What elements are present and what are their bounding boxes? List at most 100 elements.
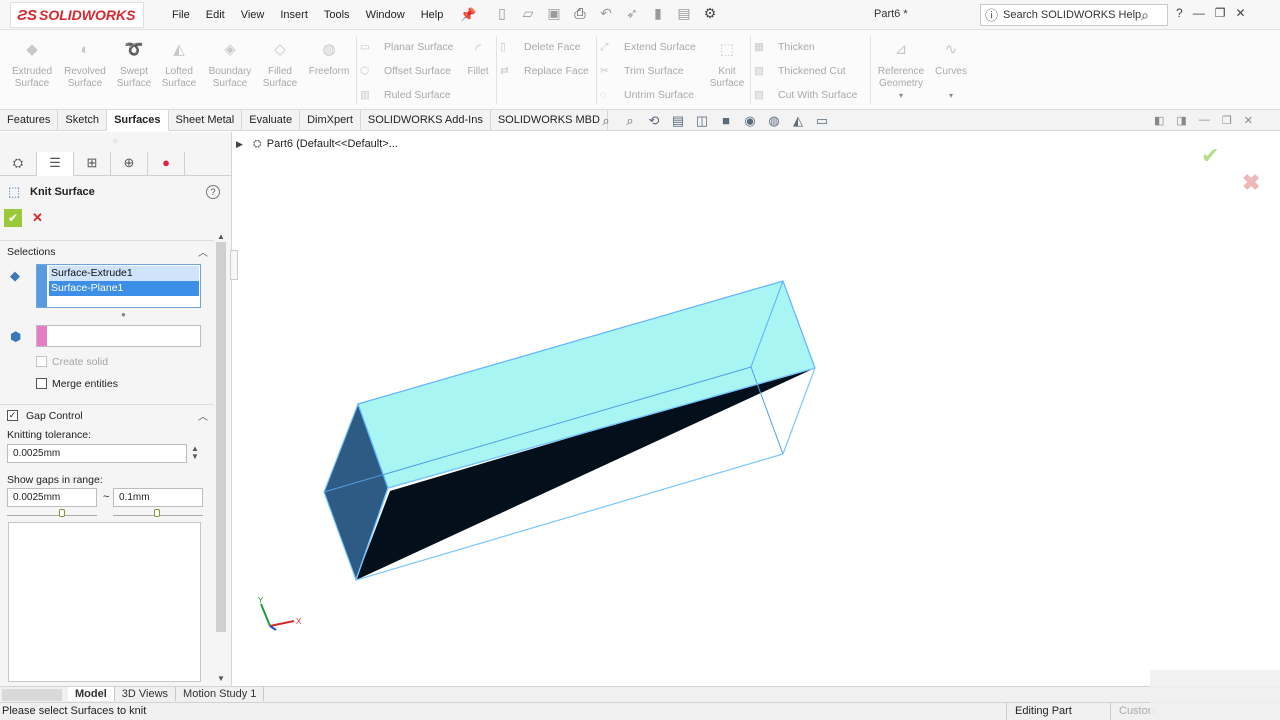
menu-help[interactable]: Help [413, 0, 452, 30]
filled-surface-button[interactable]: ◇ Filled Surface [255, 42, 305, 90]
edit-appearance-icon[interactable]: ◍ [766, 113, 782, 129]
menu-insert[interactable]: Insert [272, 0, 316, 30]
planar-surface-button[interactable]: ▭ Planar Surface [360, 39, 453, 55]
minimize-icon[interactable]: — [1193, 6, 1205, 20]
tab-solidworks-add-ins[interactable]: SOLIDWORKS Add-Ins [361, 110, 491, 131]
slider-thumb[interactable] [59, 509, 65, 517]
menu-edit[interactable]: Edit [198, 0, 233, 30]
print-icon[interactable]: ⎙ [570, 5, 590, 22]
viewport-minimize-icon[interactable]: — [1199, 114, 1210, 127]
dimxpert-manager-tab-icon[interactable]: ⊕ [111, 152, 148, 176]
zoom-to-area-icon[interactable]: ⌕ [622, 113, 638, 129]
save-icon[interactable]: ▣ [544, 5, 564, 22]
merge-entities-checkbox[interactable] [36, 378, 47, 389]
chevron-up-icon[interactable]: ︿ [198, 408, 208, 423]
trim-surface-button[interactable]: ✂ Trim Surface [600, 63, 684, 79]
freeform-button[interactable]: ◍ Freeform [304, 42, 354, 78]
cancel-button[interactable]: ✕ [32, 209, 46, 227]
gap-control-checkbox[interactable]: ✓ [7, 410, 18, 421]
replace-face-button[interactable]: ⇄ Replace Face [500, 63, 589, 79]
zoom-to-fit-icon[interactable]: ⌕ [598, 113, 614, 129]
menu-window[interactable]: Window [358, 0, 413, 30]
open-document-icon[interactable]: ▱ [518, 5, 538, 22]
tab-3d-views[interactable]: 3D Views [115, 687, 177, 701]
lofted-surface-button[interactable]: ◭ Lofted Surface [154, 42, 204, 90]
solidworks-logo[interactable]: ƧS SOLIDWORKS [10, 2, 144, 28]
tab-evaluate[interactable]: Evaluate [242, 110, 301, 131]
viewport-collapse-icon[interactable]: ◨ [1176, 114, 1186, 127]
apply-scene-icon[interactable]: ◭ [790, 113, 806, 129]
knitting-tolerance-input[interactable]: 0.0025mm [7, 444, 187, 463]
tab-dimxpert[interactable]: DimXpert [300, 110, 361, 131]
selections-section-header[interactable]: Selections ︿ [0, 240, 214, 260]
panel-scrollbar[interactable]: ▲ ▼ [214, 232, 228, 683]
surfaces-selection-list[interactable]: Surface-Extrude1 Surface-Plane1 [36, 264, 201, 308]
body-selection-field[interactable] [36, 325, 201, 347]
rebuild-icon[interactable]: ▮ [648, 5, 668, 22]
help-question-icon[interactable]: ? [1176, 6, 1183, 20]
menu-tools[interactable]: Tools [316, 0, 358, 30]
view-settings-icon[interactable]: ▭ [814, 113, 830, 129]
tab-surfaces[interactable]: Surfaces [107, 110, 169, 131]
viewport-restore-icon[interactable]: ❐ [1222, 114, 1232, 127]
scroll-thumb[interactable] [216, 242, 226, 632]
help-search-input[interactable]: ⓘ Search SOLIDWORKS Help ⌕ [980, 4, 1168, 26]
view-orientation-icon[interactable]: ◫ [694, 113, 710, 129]
undo-icon[interactable]: ↶ [596, 5, 616, 22]
section-view-icon[interactable]: ▤ [670, 113, 686, 129]
spin-down-icon[interactable]: ▼ [191, 452, 199, 461]
display-style-icon[interactable]: ■ [718, 113, 734, 129]
tolerance-spinner[interactable]: ▲ ▼ [191, 445, 199, 461]
pin-menu-icon[interactable]: 📌 [460, 7, 476, 23]
gap-control-section-header[interactable]: ✓ Gap Control ︿ [0, 404, 214, 424]
viewport-expand-icon[interactable]: ◧ [1154, 114, 1164, 127]
offset-surface-button[interactable]: ⬡ Offset Surface [360, 63, 451, 79]
gap-max-slider[interactable] [113, 507, 203, 517]
merge-entities-option[interactable]: Merge entities [36, 377, 118, 391]
tab-model[interactable]: Model [68, 687, 115, 701]
thickened-cut-button[interactable]: ▧ Thickened Cut [754, 63, 846, 79]
boundary-surface-button[interactable]: ◈ Boundary Surface [205, 42, 255, 90]
curves-button[interactable]: ∿ Curves ▾ [926, 42, 976, 102]
hide-show-items-icon[interactable]: ◉ [742, 113, 758, 129]
scroll-up-icon[interactable]: ▲ [217, 232, 225, 241]
feature-manager-tab-icon[interactable]: ⛭ [0, 152, 37, 176]
confirmation-ok-icon[interactable]: ✔ [1201, 143, 1219, 169]
thicken-button[interactable]: ▦ Thicken [754, 39, 815, 55]
gap-min-slider[interactable] [7, 507, 97, 517]
knit-surface-button[interactable]: ⬚ Knit Surface [703, 42, 751, 90]
untrim-surface-button[interactable]: ◌ Untrim Surface [600, 87, 694, 103]
help-icon[interactable]: ? [206, 185, 220, 199]
cut-with-surface-button[interactable]: ▨ Cut With Surface [754, 87, 857, 103]
model-viewport[interactable] [234, 132, 1280, 686]
configuration-manager-tab-icon[interactable]: ⊞ [74, 152, 111, 176]
previous-view-icon[interactable]: ⟲ [646, 113, 662, 129]
delete-face-button[interactable]: ▯ Delete Face [500, 39, 581, 55]
feature-tree-part-node[interactable]: ▶ ⛭ Part6 (Default<<Default>... [236, 138, 398, 151]
reference-geometry-button[interactable]: ⊿ Reference Geometry ▾ [874, 42, 928, 102]
revolved-surface-button[interactable]: ◐ Revolved Surface [60, 42, 110, 90]
extruded-surface-button[interactable]: ◆ Extruded Surface [7, 42, 57, 90]
display-manager-tab-icon[interactable]: ● [148, 152, 185, 176]
swept-surface-button[interactable]: ➰ Swept Surface [109, 42, 159, 90]
slider-thumb[interactable] [154, 509, 160, 517]
tab-sheet-metal[interactable]: Sheet Metal [169, 110, 243, 131]
graphics-area[interactable] [234, 132, 1280, 686]
close-icon[interactable]: ✕ [1235, 6, 1245, 20]
tab-features[interactable]: Features [0, 110, 59, 131]
panel-grip-icon[interactable]: ⁘ [112, 137, 119, 146]
tab-solidworks-mbd[interactable]: SOLIDWORKS MBD [491, 110, 608, 131]
search-icon[interactable]: ⌕ [1141, 5, 1149, 25]
ok-button[interactable]: ✔ [4, 209, 22, 227]
gaps-list[interactable] [8, 522, 201, 682]
confirmation-cancel-icon[interactable]: ✖ [1242, 170, 1260, 196]
viewport-close-icon[interactable]: ✕ [1244, 114, 1253, 127]
fillet-button[interactable]: ◜ Fillet [455, 42, 501, 78]
menu-file[interactable]: File [164, 0, 198, 30]
menu-view[interactable]: View [233, 0, 273, 30]
scroll-down-icon[interactable]: ▼ [217, 674, 225, 683]
list-item[interactable]: Surface-Extrude1 [49, 266, 199, 281]
select-icon[interactable]: ➶ [622, 5, 642, 22]
file-properties-icon[interactable]: ▤ [674, 5, 694, 22]
list-resize-grip-icon[interactable]: ● [121, 310, 126, 319]
